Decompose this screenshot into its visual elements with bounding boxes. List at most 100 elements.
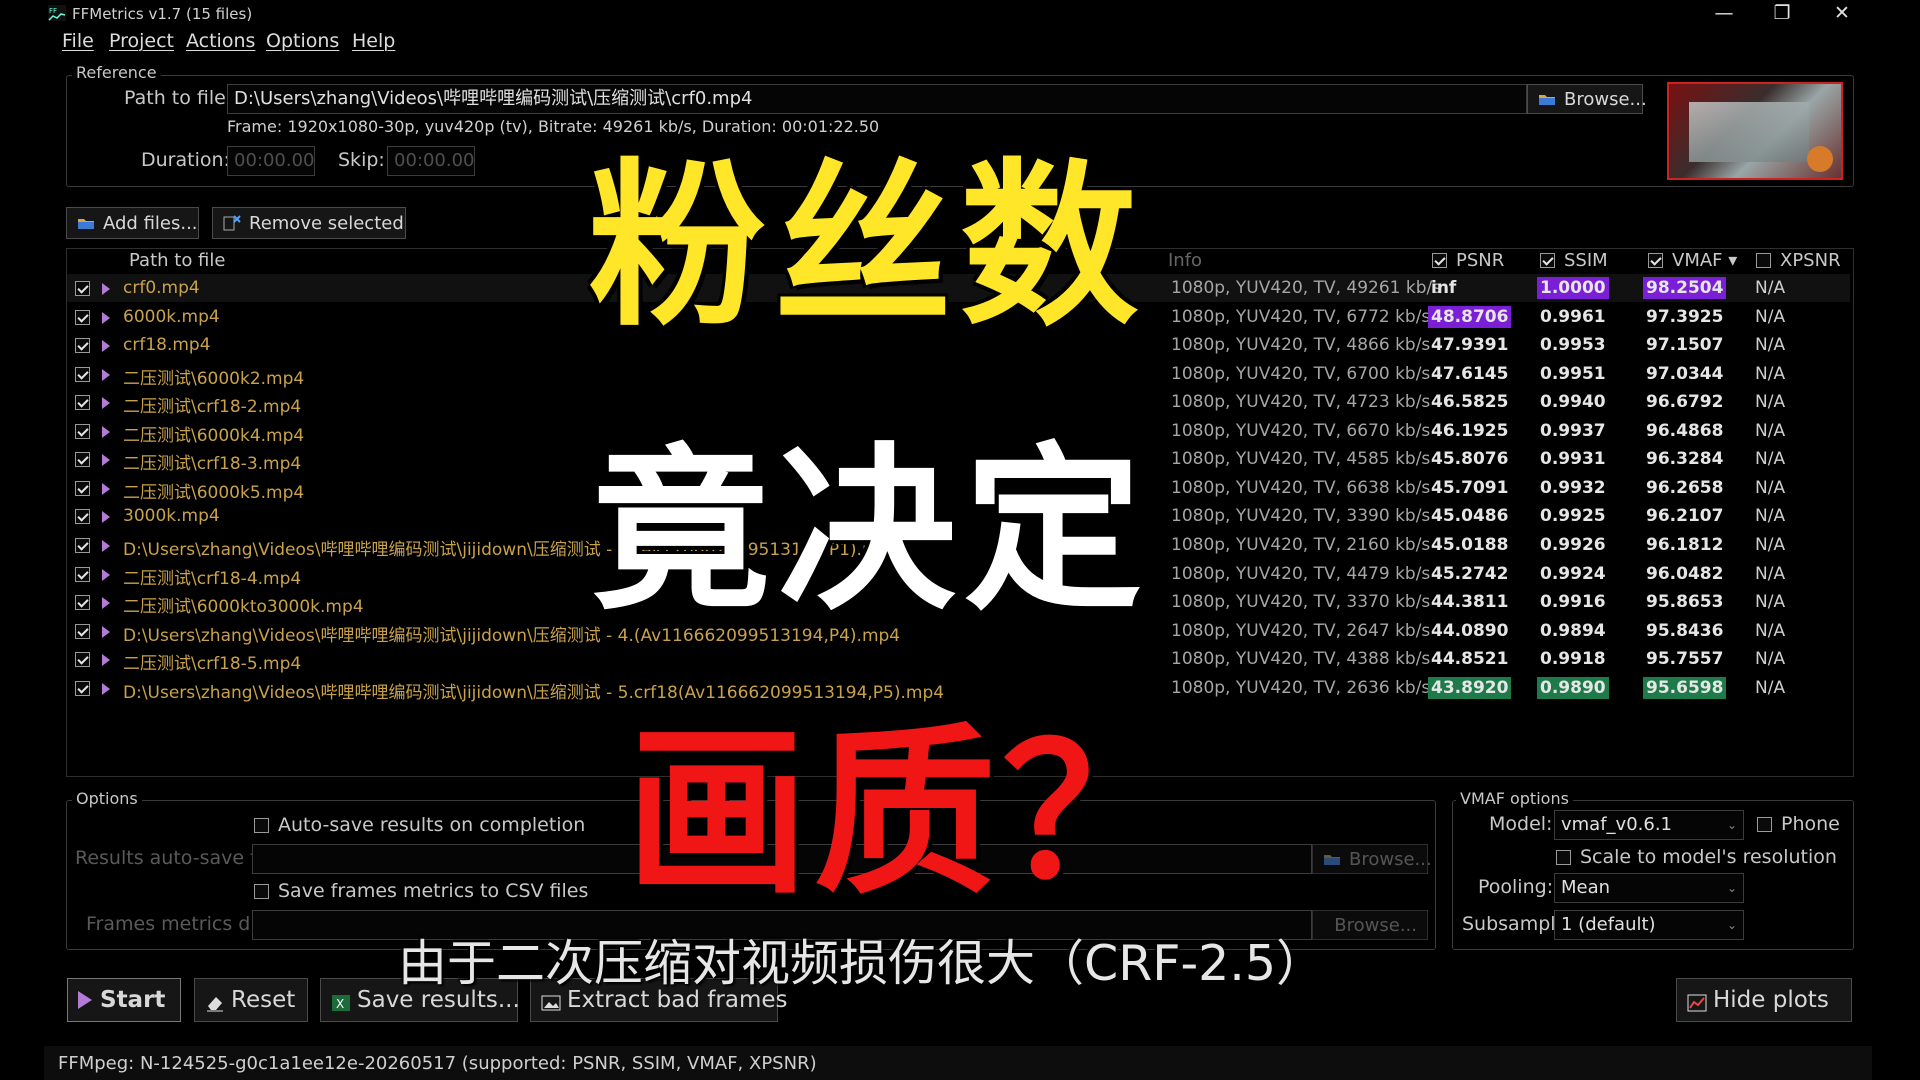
row-checkbox[interactable] xyxy=(75,281,90,296)
row-info: 1080p, YUV420, TV, 4723 kb/s xyxy=(1171,392,1431,413)
expand-arrow-icon[interactable] xyxy=(102,425,110,438)
row-vmaf: 95.8436 xyxy=(1646,620,1724,641)
column-header-psnr[interactable]: PSNR xyxy=(1456,250,1504,271)
row-checkbox[interactable] xyxy=(75,623,90,639)
row-checkbox[interactable] xyxy=(75,480,90,496)
table-row[interactable]: 二压测试\crf18-5.mp4 1080p, YUV420, TV, 4388 … xyxy=(67,645,1850,675)
row-checkbox[interactable] xyxy=(75,595,90,611)
row-ssim: 0.9932 xyxy=(1540,477,1606,498)
save-frames-csv-checkbox[interactable] xyxy=(254,884,269,899)
menu-actions[interactable]: Actions xyxy=(186,30,255,52)
start-button[interactable]: Start xyxy=(67,978,181,1022)
start-label: Start xyxy=(100,987,166,1013)
expand-arrow-icon[interactable] xyxy=(102,539,110,552)
results-browse-button[interactable]: Browse... xyxy=(1312,844,1432,874)
psnr-column-checkbox[interactable] xyxy=(1432,253,1447,268)
expand-arrow-icon[interactable] xyxy=(102,454,110,467)
reference-legend: Reference xyxy=(72,63,161,82)
hide-plots-button[interactable]: Hide plots xyxy=(1676,978,1852,1022)
row-path: 二压测试\6000k4.mp4 xyxy=(123,425,305,446)
scale-to-model-checkbox[interactable] xyxy=(1556,850,1571,865)
subsample-value: 1 (default) xyxy=(1561,914,1656,935)
reset-button[interactable]: Reset xyxy=(194,978,308,1022)
row-info: 1080p, YUV420, TV, 3370 kb/s xyxy=(1171,592,1431,613)
maximize-button[interactable]: ❐ xyxy=(1762,2,1802,24)
expand-arrow-icon[interactable] xyxy=(102,311,110,324)
column-header-info[interactable]: Info xyxy=(1168,250,1202,271)
table-row[interactable]: D:\Users\zhang\Videos\哔哩哔哩编码测试\jijidown\… xyxy=(67,674,1850,703)
table-row[interactable]: 二压测试\crf18-2.mp4 1080p, YUV420, TV, 4723 … xyxy=(67,388,1850,418)
skip-input[interactable]: 00:00.000 xyxy=(387,146,475,176)
row-psnr: 44.3811 xyxy=(1431,592,1509,613)
column-header-vmaf[interactable]: VMAF ▾ xyxy=(1672,250,1737,271)
menu-file[interactable]: File xyxy=(62,30,94,52)
remove-selected-button[interactable]: Remove selected xyxy=(212,207,406,239)
row-info: 1080p, YUV420, TV, 49261 kb/s xyxy=(1171,278,1442,298)
chevron-down-icon: ⌄ xyxy=(1726,918,1737,932)
path-label: Path to file: xyxy=(124,87,233,109)
row-checkbox[interactable] xyxy=(75,338,90,354)
column-header-xpsnr[interactable]: XPSNR xyxy=(1780,250,1841,271)
row-path: 3000k.mp4 xyxy=(123,506,220,527)
row-checkbox[interactable] xyxy=(75,452,90,468)
row-ssim: 0.9924 xyxy=(1540,563,1606,584)
browse-label: Browse... xyxy=(1564,88,1647,110)
window-title: FFMetrics v1.7 (15 files) xyxy=(72,5,253,23)
row-checkbox[interactable] xyxy=(75,652,90,668)
add-files-button[interactable]: Add files... xyxy=(66,207,199,239)
expand-arrow-icon[interactable] xyxy=(102,340,110,353)
column-header-path[interactable]: Path to file xyxy=(129,250,225,271)
close-button[interactable]: ✕ xyxy=(1822,2,1862,24)
row-checkbox[interactable] xyxy=(75,395,90,411)
autosave-label: Auto-save results on completion xyxy=(278,814,586,836)
row-info: 1080p, YUV420, TV, 4479 kb/s xyxy=(1171,563,1431,584)
expand-arrow-icon[interactable] xyxy=(102,482,110,495)
column-header-ssim[interactable]: SSIM xyxy=(1564,250,1608,271)
menu-options[interactable]: Options xyxy=(266,30,339,52)
expand-arrow-icon[interactable] xyxy=(102,625,110,638)
ssim-column-checkbox[interactable] xyxy=(1540,253,1555,268)
xpsnr-column-checkbox[interactable] xyxy=(1756,253,1771,268)
menu-project[interactable]: Project xyxy=(109,30,174,52)
row-psnr: 45.0188 xyxy=(1431,534,1509,555)
row-checkbox[interactable] xyxy=(75,537,90,553)
row-checkbox[interactable] xyxy=(75,509,90,525)
expand-arrow-icon[interactable] xyxy=(102,597,110,610)
row-checkbox[interactable] xyxy=(75,309,90,325)
duration-input[interactable]: 00:00.000 xyxy=(227,146,315,176)
row-checkbox[interactable] xyxy=(75,423,90,439)
row-checkbox[interactable] xyxy=(75,566,90,582)
model-select[interactable]: vmaf_v0.6.1 ⌄ xyxy=(1554,810,1744,840)
expand-arrow-icon[interactable] xyxy=(102,368,110,381)
expand-arrow-icon[interactable] xyxy=(102,654,110,667)
row-checkbox[interactable] xyxy=(75,366,90,382)
reference-browse-button[interactable]: Browse... xyxy=(1527,84,1647,114)
expand-arrow-icon[interactable] xyxy=(102,682,110,695)
expand-arrow-icon[interactable] xyxy=(102,511,110,524)
row-ssim: 0.9925 xyxy=(1540,506,1606,527)
row-path: 二压测试\crf18-2.mp4 xyxy=(123,397,302,418)
row-info: 1080p, YUV420, TV, 3390 kb/s xyxy=(1171,506,1431,527)
expand-arrow-icon[interactable] xyxy=(102,283,110,295)
row-vmaf: 96.2658 xyxy=(1646,477,1724,498)
pooling-select[interactable]: Mean ⌄ xyxy=(1554,873,1744,903)
row-checkbox[interactable] xyxy=(75,680,90,696)
subsample-select[interactable]: 1 (default) ⌄ xyxy=(1554,910,1744,940)
vmaf-column-checkbox[interactable] xyxy=(1648,253,1663,268)
row-info: 1080p, YUV420, TV, 2160 kb/s xyxy=(1171,534,1431,555)
reference-path-input[interactable]: D:\Users\zhang\Videos\哔哩哔哩编码测试\压缩测试\crf0… xyxy=(227,84,1527,114)
row-info: 1080p, YUV420, TV, 4866 kb/s xyxy=(1171,335,1431,356)
phone-checkbox[interactable] xyxy=(1757,817,1772,832)
autosave-checkbox[interactable] xyxy=(254,818,269,833)
svg-text:FF: FF xyxy=(49,7,57,15)
row-vmaf: 96.2107 xyxy=(1646,506,1724,527)
expand-arrow-icon[interactable] xyxy=(102,568,110,581)
frames-browse-button[interactable]: Browse... xyxy=(1312,910,1428,940)
expand-arrow-icon[interactable] xyxy=(102,397,110,410)
table-row[interactable]: 二压测试\6000k2.mp4 1080p, YUV420, TV, 6700 k… xyxy=(67,360,1850,389)
row-psnr: 46.1925 xyxy=(1431,420,1509,441)
minimize-button[interactable]: — xyxy=(1704,2,1744,24)
menu-help[interactable]: Help xyxy=(352,30,395,52)
row-path: 二压测试\crf18-5.mp4 xyxy=(123,654,302,675)
row-xpsnr: N/A xyxy=(1755,563,1786,584)
